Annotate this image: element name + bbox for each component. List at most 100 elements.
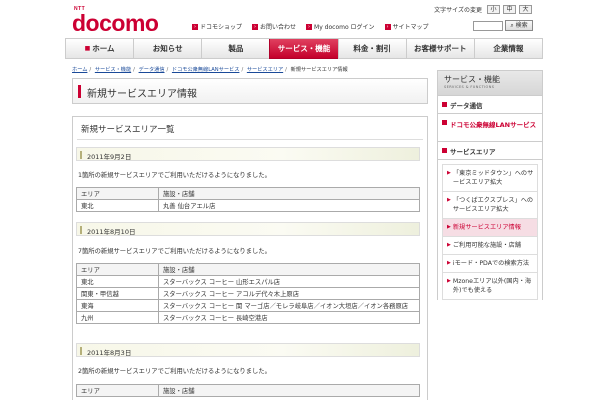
sidebar-sublist: ▶ 「東京ミッドタウン」へのサービスエリア拡大 ▶ 「つくばエクスプレス」へのサービ… (437, 160, 543, 300)
util-link-mydocomo-login[interactable]: › My docomo ログイン (306, 22, 375, 31)
util-link-docomo-shop[interactable]: › ドコモショップ (192, 22, 242, 31)
sidebar-item-label: iモード・PDAでの検索方法 (452, 260, 530, 267)
section-description: 1箇所の新規サービスエリアでご利用いただけるようになりました。 (78, 172, 271, 179)
gnav-label: サービス・機能 (277, 44, 331, 53)
breadcrumb-link[interactable]: ホーム (72, 67, 87, 73)
date-heading: 2011年9月2日 (76, 147, 420, 161)
breadcrumb-link[interactable]: データ通信 (139, 67, 165, 73)
gnav-home[interactable]: ■ ホーム (65, 39, 134, 59)
breadcrumb-link[interactable]: サービスエリア (247, 67, 283, 73)
panel-title: 新規サービスエリア一覧 (81, 125, 175, 135)
sidebar-item-midtown[interactable]: ▶ 「東京ミッドタウン」へのサービスエリア拡大 (442, 164, 538, 192)
text-size-medium-button[interactable]: 中 (503, 5, 516, 14)
breadcrumb-link[interactable]: サービス・機能 (95, 67, 131, 73)
arrow-right-icon: ▶ (447, 260, 451, 266)
text-size-large-button[interactable]: 大 (519, 5, 532, 14)
table-row: 東北 スターバックス コーヒー 山形エスパル店 (76, 275, 420, 288)
table-row: 東海 スターバックス コーヒー 関 マーゴ店／モレラ岐阜店／イオン大垣店／イオン… (76, 299, 420, 312)
sidebar-title: サービス・機能 (444, 75, 500, 84)
sidebar-item-facilities[interactable]: ▶ ご利用可能な施設・店舗 (442, 237, 538, 255)
sidebar-cat-label: データ通信 (450, 101, 483, 110)
gnav-label: お客様サポート (414, 44, 467, 53)
arrow-right-icon: ▶ (447, 242, 451, 248)
cell-area: 関東・甲信越 (76, 287, 159, 300)
util-link-label: サイトマップ (392, 24, 429, 31)
gnav-label: 製品 (228, 44, 244, 53)
sidebar-cat-label: サービスエリア (450, 147, 496, 156)
home-arrow-icon: ■ (84, 45, 91, 52)
sidebar-item-new-area-info[interactable]: ▶ 新規サービスエリア情報 (442, 219, 538, 237)
global-nav: ■ ホーム お知らせ 製品 サービス・機能 料金・割引 お客様サポート 企業情報 (65, 38, 543, 59)
table-row: 東北 丸善 仙台アエル店 (76, 199, 420, 212)
breadcrumb-link[interactable]: ドコモ公衆無線LANサービス (172, 67, 240, 73)
header-facility: 施設・店舗 (158, 384, 420, 397)
breadcrumb-separator: / (285, 67, 287, 73)
sidebar-cat-data-communication[interactable]: データ通信 (437, 96, 543, 114)
search-button[interactable]: ⌕ 検索 (505, 20, 533, 31)
gnav-pricing[interactable]: 料金・割引 (337, 39, 406, 59)
gnav-support[interactable]: お客様サポート (405, 39, 474, 59)
cell-facility: スターバックス コーヒー アコルデ代々木上原店 (158, 287, 420, 300)
sidebar-cat-public-wlan[interactable]: ドコモ公衆無線LANサービス (437, 114, 543, 142)
cell-area: 東北 (76, 199, 159, 212)
gnav-label: 企業情報 (493, 44, 524, 53)
util-link-label: ドコモショップ (200, 24, 243, 31)
gnav-label: お知らせ (152, 44, 183, 53)
date-text: 2011年9月2日 (87, 153, 132, 161)
gnav-news[interactable]: お知らせ (133, 39, 202, 59)
docomo-logo[interactable]: NTT docomo (72, 6, 159, 35)
sidebar-header: サービス・機能 SERVICES & FUNCTIONS (437, 70, 543, 96)
table-header-row: エリア 施設・店舗 (76, 187, 420, 200)
gnav-services[interactable]: サービス・機能 (269, 39, 338, 59)
date-accent-bar (80, 347, 82, 355)
utility-links: › ドコモショップ › お問い合わせ › My docomo ログイン › サイトマップ (192, 22, 439, 31)
arrow-right-icon: ▶ (447, 197, 451, 203)
date-heading: 2011年8月10日 (76, 222, 420, 236)
sidebar-item-label: ご利用可能な施設・店舗 (452, 242, 521, 249)
sidebar-item-tsukuba[interactable]: ▶ 「つくばエクスプレス」へのサービスエリア拡大 (442, 192, 538, 219)
area-table: エリア 施設・店舗 東北 スターバックス コーヒー 山形エスパル店 関東・甲信越… (76, 263, 420, 324)
breadcrumb: ホーム / サービス・機能 / データ通信 / ドコモ公衆無線LANサービス / サービ… (72, 66, 348, 73)
date-text: 2011年8月3日 (87, 349, 132, 357)
table-row: 九州 スターバックス コーヒー 長崎空港店 (76, 311, 420, 324)
gnav-corporate[interactable]: 企業情報 (473, 39, 543, 59)
area-table: エリア 施設・店舗 東北 丸善 仙台アエル店 (76, 187, 420, 212)
search-icon: ⌕ (510, 22, 514, 29)
arrow-right-icon: ▶ (447, 224, 451, 230)
page-title-box: 新規サービスエリア情報 (72, 78, 428, 104)
search-input[interactable] (473, 21, 503, 31)
util-link-sitemap[interactable]: › サイトマップ (384, 22, 429, 31)
text-size-label: 文字サイズの変更 (434, 7, 482, 14)
util-link-contact[interactable]: › お問い合わせ (252, 22, 296, 31)
breadcrumb-separator: / (89, 67, 92, 73)
panel-divider (77, 139, 423, 140)
sidebar-item-imode-search[interactable]: ▶ iモード・PDAでの検索方法 (442, 255, 538, 273)
sidebar-item-label: 「東京ミッドタウン」へのサービスエリア拡大 (452, 170, 534, 186)
cell-area: 東海 (76, 299, 159, 312)
date-text: 2011年8月10日 (87, 228, 136, 236)
sidebar-item-outside-mzone[interactable]: ▶ Mzoneエリア以外(国内・海外)でも使える (442, 273, 538, 300)
sidebar-item-label: Mzoneエリア以外(国内・海外)でも使える (452, 278, 532, 294)
arrow-right-icon: › (384, 23, 391, 30)
cell-facility: スターバックス コーヒー 長崎空港店 (158, 311, 420, 324)
arrow-right-icon: › (306, 23, 313, 30)
page-title: 新規サービスエリア情報 (87, 89, 197, 100)
gnav-products[interactable]: 製品 (201, 39, 270, 59)
table-header-row: エリア 施設・店舗 (76, 263, 420, 276)
gnav-label: 料金・割引 (353, 44, 391, 53)
sidebar-cat-service-area[interactable]: サービスエリア (437, 142, 543, 160)
cell-area: 東北 (76, 275, 159, 288)
table-header-row: エリア 施設・店舗 (76, 384, 420, 397)
breadcrumb-current: 新規サービスエリア情報 (290, 67, 348, 73)
sidebar-item-label: 新規サービスエリア情報 (452, 224, 521, 231)
header-facility: 施設・店舗 (158, 187, 420, 200)
square-bullet-icon (442, 102, 447, 107)
text-size-small-button[interactable]: 小 (487, 5, 500, 14)
text-size-changer: 文字サイズの変更 小 中 大 (434, 5, 532, 14)
date-heading: 2011年8月3日 (76, 343, 420, 357)
date-accent-bar (80, 226, 82, 234)
table-row: 関東・甲信越 スターバックス コーヒー アコルデ代々木上原店 (76, 287, 420, 300)
section-description: 2箇所の新規サービスエリアでご利用いただけるようになりました。 (78, 368, 271, 375)
sidebar-item-label: 「つくばエクスプレス」へのサービスエリア拡大 (452, 197, 534, 213)
arrow-right-icon: › (192, 23, 198, 30)
